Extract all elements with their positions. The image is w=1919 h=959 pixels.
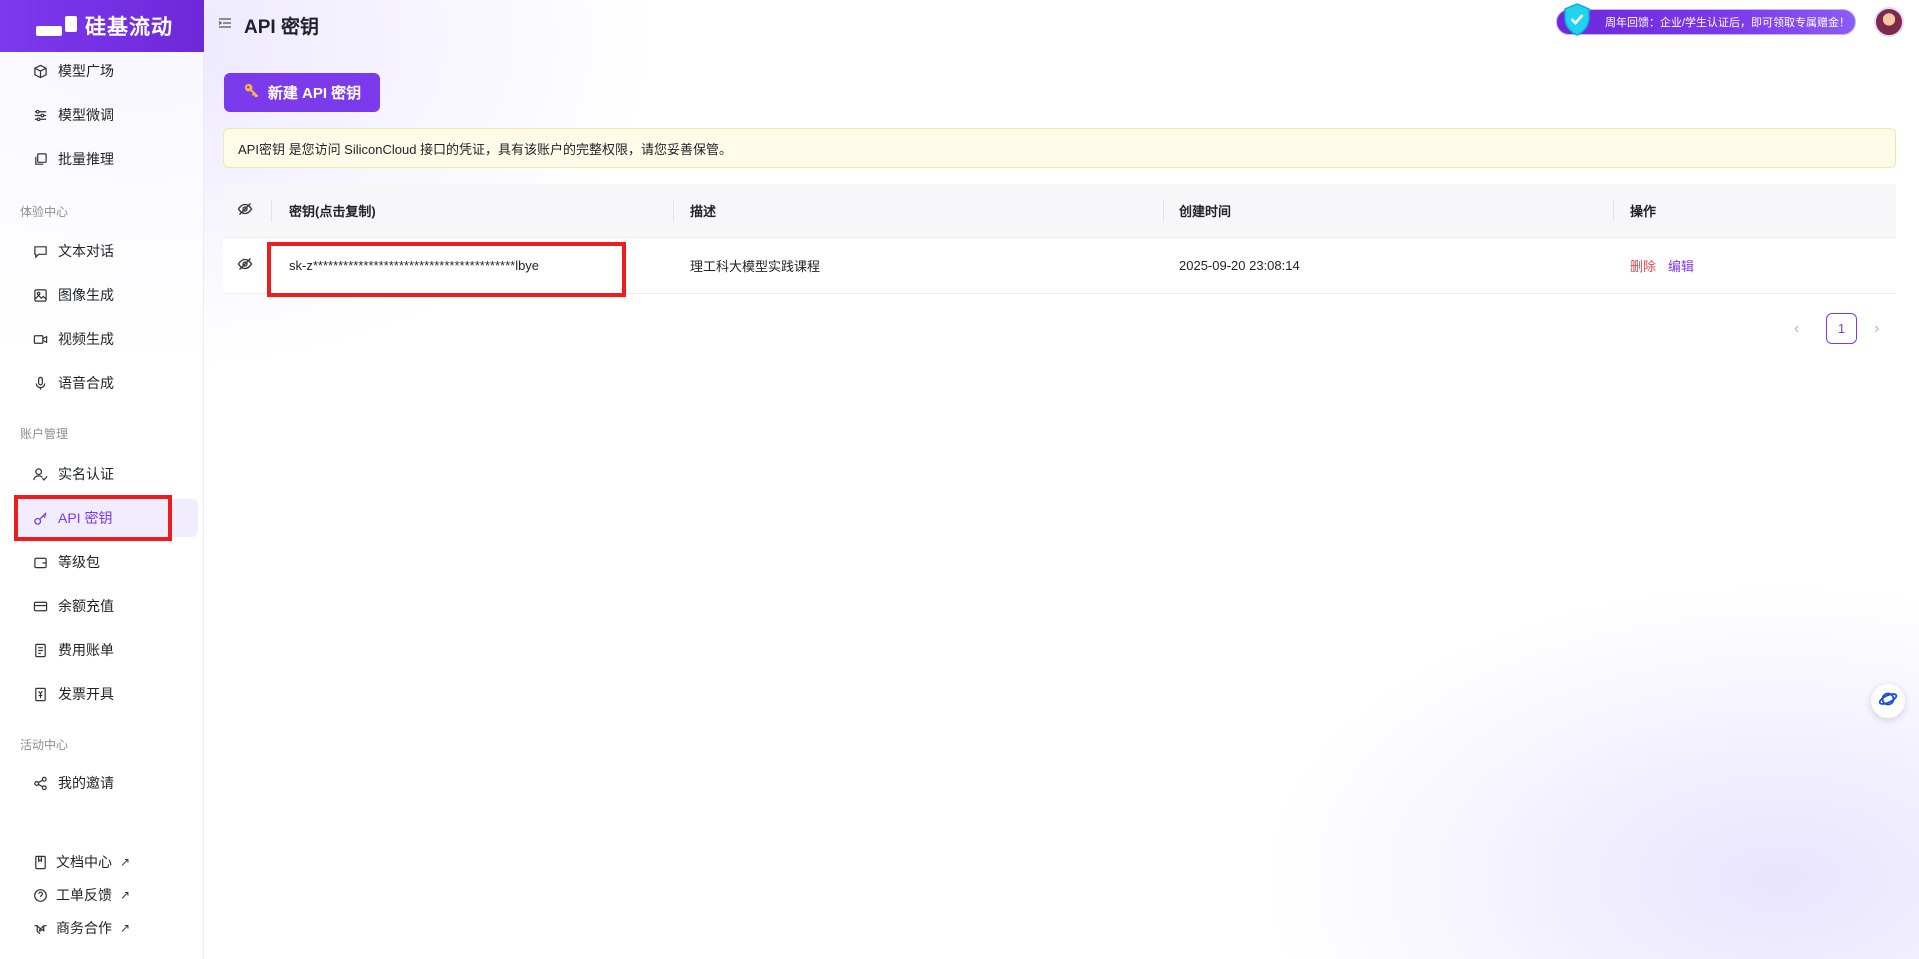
handshake-icon	[32, 920, 48, 936]
sidebar-item-label: 批量推理	[58, 151, 114, 167]
sidebar-item-label: 模型微调	[58, 107, 114, 123]
sidebar: 硅基流动 模型广场 模型微调 批量推理 体验中心 文本对话 图像生成 视频生成 …	[0, 0, 204, 959]
edit-button[interactable]: 编辑	[1668, 256, 1694, 275]
new-api-key-label: 新建 API 密钥	[267, 85, 362, 102]
footer-link-docs[interactable]: 文档中心 ↗	[32, 852, 130, 872]
sidebar-item-invite[interactable]: 我的邀请	[16, 764, 198, 802]
sidebar-item-label: 等级包	[58, 554, 100, 570]
menu-toggle-icon[interactable]	[218, 16, 232, 30]
section-title-account: 账户管理	[20, 427, 69, 441]
video-icon	[32, 331, 48, 347]
batch-icon	[32, 151, 48, 167]
cube-icon	[32, 63, 48, 79]
sidebar-item-text-chat[interactable]: 文本对话	[16, 232, 198, 270]
external-link-icon: ↗	[120, 888, 131, 902]
chat-icon	[32, 243, 48, 259]
sidebar-item-label: 模型广场	[58, 63, 114, 79]
sidebar-item-billing[interactable]: 费用账单	[16, 631, 198, 669]
prev-page-button[interactable]: ‹	[1794, 320, 1799, 338]
section-title-experience: 体验中心	[20, 205, 69, 219]
avatar[interactable]	[1874, 7, 1904, 37]
key-created-time: 2025-09-20 23:08:14	[1179, 258, 1300, 273]
column-header-created: 创建时间	[1179, 204, 1232, 219]
eye-off-icon	[237, 256, 253, 275]
column-separator	[673, 200, 674, 222]
sidebar-item-label: 文本对话	[58, 243, 114, 259]
help-icon	[32, 887, 48, 903]
sidebar-item-model-finetune[interactable]: 模型微调	[16, 96, 198, 134]
background-glow-bottom	[1219, 559, 1919, 959]
key-description: 理工科大模型实践课程	[690, 259, 821, 274]
mic-icon	[32, 375, 48, 391]
table-header: 密钥(点击复制) 描述 创建时间 操作	[223, 184, 1896, 238]
column-separator	[271, 200, 272, 222]
floating-assistant-button[interactable]	[1871, 684, 1905, 718]
sidebar-item-batch-inference[interactable]: 批量推理	[16, 140, 198, 178]
sidebar-item-invoice[interactable]: 发票开具	[16, 675, 198, 713]
sidebar-item-label: 视频生成	[58, 331, 114, 347]
footer-link-business[interactable]: 商务合作 ↗	[32, 918, 130, 938]
image-icon	[32, 287, 48, 303]
external-link-icon: ↗	[120, 921, 131, 935]
logo-mark-icon	[36, 16, 77, 36]
promo-text: 周年回馈：企业/学生认证后，即可领取专属赠金！	[1605, 17, 1851, 29]
logo-text: 硅基流动	[85, 16, 173, 39]
invoice-icon	[32, 686, 48, 702]
sidebar-item-label: 语音合成	[58, 375, 114, 391]
toggle-key-visibility[interactable]	[237, 238, 253, 293]
column-header-description: 描述	[690, 204, 717, 219]
orbit-icon	[1878, 689, 1898, 714]
logo[interactable]: 硅基流动	[0, 0, 204, 52]
info-notice: API密钥 是您访问 SiliconCloud 接口的凭证，具有该账户的完整权限…	[223, 128, 1896, 168]
column-header-key: 密钥(点击复制)	[289, 204, 376, 219]
sidebar-item-label: 我的邀请	[58, 775, 114, 791]
highlight-box-key	[267, 242, 626, 297]
sidebar-item-verification[interactable]: 实名认证	[16, 455, 198, 493]
footer-link-ticket[interactable]: 工单反馈 ↗	[32, 885, 130, 905]
sidebar-item-level-pack[interactable]: 等级包	[16, 543, 198, 581]
highlight-box-sidebar	[14, 495, 172, 541]
share-icon	[32, 775, 48, 791]
page-number-button[interactable]: 1	[1826, 313, 1857, 344]
toggle-all-visibility[interactable]	[237, 184, 253, 237]
delete-button[interactable]: 删除	[1630, 256, 1656, 275]
footer-link-label: 工单反馈	[56, 887, 112, 903]
eye-off-icon	[237, 201, 253, 220]
column-separator	[1163, 200, 1164, 222]
sidebar-item-tts[interactable]: 语音合成	[16, 364, 198, 402]
sidebar-item-video-gen[interactable]: 视频生成	[16, 320, 198, 358]
sidebar-item-image-gen[interactable]: 图像生成	[16, 276, 198, 314]
row-actions: 删除 编辑	[1630, 238, 1694, 293]
sidebar-item-label: 发票开具	[58, 686, 114, 702]
footer-link-label: 文档中心	[56, 854, 112, 870]
notice-text: API密钥 是您访问 SiliconCloud 接口的凭证，具有该账户的完整权限…	[238, 141, 733, 157]
sidebar-item-label: 费用账单	[58, 642, 114, 658]
next-page-button[interactable]: ›	[1874, 320, 1879, 338]
new-api-key-button[interactable]: 新建 API 密钥	[224, 73, 380, 112]
column-header-actions: 操作	[1630, 204, 1657, 219]
bill-icon	[32, 642, 48, 658]
sidebar-item-model-square[interactable]: 模型广场	[16, 52, 198, 90]
promo-banner[interactable]: 周年回馈：企业/学生认证后，即可领取专属赠金！	[1556, 9, 1856, 35]
wallet-icon	[32, 554, 48, 570]
column-separator	[1613, 200, 1614, 222]
footer-link-label: 商务合作	[56, 920, 112, 936]
card-icon	[32, 598, 48, 614]
page-title: API 密钥	[244, 17, 319, 38]
shield-check-icon	[1562, 3, 1592, 37]
sidebar-item-recharge[interactable]: 余额充值	[16, 587, 198, 625]
sliders-icon	[32, 107, 48, 123]
doc-icon	[32, 854, 48, 870]
sidebar-item-label: 图像生成	[58, 287, 114, 303]
section-title-activity: 活动中心	[20, 738, 69, 752]
sidebar-item-label: 实名认证	[58, 466, 114, 482]
external-link-icon: ↗	[120, 855, 131, 869]
user-check-icon	[32, 466, 48, 482]
sidebar-item-label: 余额充值	[58, 598, 114, 614]
key-icon	[243, 82, 260, 103]
